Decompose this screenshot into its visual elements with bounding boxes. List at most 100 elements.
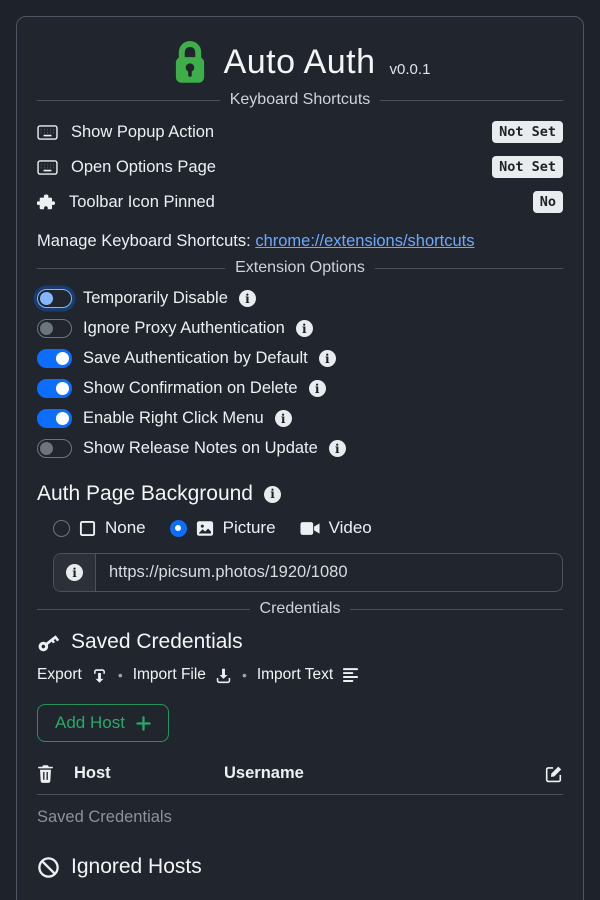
picture-radio[interactable] <box>170 520 187 537</box>
divider-line <box>37 609 250 610</box>
saved-credentials-empty-text: Saved Credentials <box>37 808 563 827</box>
info-icon[interactable]: i <box>309 380 326 397</box>
credentials-divider: Credentials <box>37 600 563 618</box>
app-header: Auto Auth v0.0.1 <box>37 39 563 85</box>
text-lines-icon <box>342 667 359 683</box>
add-host-button[interactable]: Add Host <box>37 704 169 742</box>
radio-label: Picture <box>223 518 276 538</box>
option-row-release-notes: Show Release Notes on Update i <box>37 439 563 458</box>
auth-background-heading: Auth Page Background i <box>37 482 563 506</box>
saved-credentials-table-header: Host Username <box>37 756 563 795</box>
option-row-right-click-menu: Enable Right Click Menu i <box>37 409 563 428</box>
shortcut-row-toolbar-pinned: Toolbar Icon Pinned No <box>37 191 563 213</box>
info-icon[interactable]: i <box>319 350 336 367</box>
import-file-label: Import File <box>133 666 206 684</box>
temporarily-disable-toggle[interactable] <box>37 289 72 308</box>
divider-line <box>380 100 563 101</box>
plus-icon <box>136 716 151 731</box>
keyboard-icon <box>37 159 58 176</box>
square-icon <box>79 520 96 537</box>
radio-label: Video <box>329 518 372 538</box>
divider-line <box>37 268 225 269</box>
option-row-save-auth-default: Save Authentication by Default i <box>37 349 563 368</box>
option-row-temporarily-disable: Temporarily Disable i <box>37 289 563 308</box>
right-click-menu-toggle[interactable] <box>37 409 72 428</box>
info-icon[interactable]: i <box>264 486 281 503</box>
option-label: Show Release Notes on Update <box>83 439 318 458</box>
manage-shortcuts-link[interactable]: chrome://extensions/shortcuts <box>255 232 474 250</box>
export-link[interactable]: Export <box>37 666 108 684</box>
divider-label: Extension Options <box>235 259 365 277</box>
radio-option-picture[interactable]: Picture <box>170 518 276 538</box>
ignore-proxy-toggle[interactable] <box>37 319 72 338</box>
info-icon[interactable]: i <box>296 320 313 337</box>
key-icon <box>37 631 60 654</box>
radio-label: None <box>105 518 146 538</box>
slash-circle-icon <box>37 856 60 879</box>
divider-label: Keyboard Shortcuts <box>230 91 371 109</box>
keyboard-shortcuts-divider: Keyboard Shortcuts <box>37 91 563 109</box>
export-import-row: Export • Import File • Import Text <box>37 666 563 684</box>
options-page-card: Auto Auth v0.0.1 Keyboard Shortcuts Show… <box>16 16 584 900</box>
option-label: Save Authentication by Default <box>83 349 308 368</box>
shortcut-label: Toolbar Icon Pinned <box>69 193 215 212</box>
page-title: Auto Auth <box>224 43 376 82</box>
separator-dot: • <box>242 667 247 683</box>
export-icon <box>91 667 108 684</box>
divider-line <box>375 268 563 269</box>
import-text-label: Import Text <box>257 666 333 684</box>
divider-line <box>350 609 563 610</box>
background-radio-group: None Picture Video <box>53 518 563 538</box>
option-label: Enable Right Click Menu <box>83 409 264 428</box>
delete-all-icon[interactable] <box>37 764 74 783</box>
info-icon: i <box>66 564 83 581</box>
option-row-ignore-proxy: Ignore Proxy Authentication i <box>37 319 563 338</box>
extension-options-divider: Extension Options <box>37 259 563 277</box>
edit-icon[interactable] <box>545 765 563 783</box>
puzzle-icon <box>37 193 56 212</box>
export-label: Export <box>37 666 82 684</box>
manage-shortcuts-line: Manage Keyboard Shortcuts: chrome://exte… <box>37 232 563 251</box>
shortcut-label: Open Options Page <box>71 158 216 177</box>
shortcut-value-badge: Not Set <box>492 156 563 178</box>
saved-credentials-heading: Saved Credentials <box>37 630 563 654</box>
username-column-header: Username <box>224 764 545 783</box>
host-column-header: Host <box>74 764 224 783</box>
background-url-input[interactable] <box>96 554 562 591</box>
heading-label: Ignored Hosts <box>71 855 202 879</box>
import-text-link[interactable]: Import Text <box>257 666 359 684</box>
option-label: Show Confirmation on Delete <box>83 379 298 398</box>
shortcut-value-badge: Not Set <box>492 121 563 143</box>
save-auth-default-toggle[interactable] <box>37 349 72 368</box>
divider-line <box>37 100 220 101</box>
shortcut-label: Show Popup Action <box>71 123 214 142</box>
option-row-confirm-delete: Show Confirmation on Delete i <box>37 379 563 398</box>
radio-option-video[interactable]: Video <box>300 518 372 538</box>
info-icon[interactable]: i <box>275 410 292 427</box>
release-notes-toggle[interactable] <box>37 439 72 458</box>
none-radio[interactable] <box>53 520 70 537</box>
url-input-addon: i <box>54 554 96 591</box>
info-icon[interactable]: i <box>239 290 256 307</box>
radio-option-none[interactable]: None <box>53 518 146 538</box>
ignored-hosts-heading: Ignored Hosts <box>37 855 563 879</box>
image-icon <box>196 520 214 537</box>
app-version: v0.0.1 <box>390 61 431 85</box>
keyboard-icon <box>37 124 58 141</box>
manage-shortcuts-label: Manage Keyboard Shortcuts: <box>37 232 251 250</box>
info-icon[interactable]: i <box>329 440 346 457</box>
heading-label: Saved Credentials <box>71 630 243 654</box>
background-url-input-group: i <box>53 553 563 592</box>
video-icon <box>300 521 320 536</box>
heading-label: Auth Page Background <box>37 482 253 506</box>
confirm-delete-toggle[interactable] <box>37 379 72 398</box>
import-file-icon <box>215 667 232 684</box>
separator-dot: • <box>118 667 123 683</box>
add-host-label: Add Host <box>55 713 125 733</box>
import-file-link[interactable]: Import File <box>133 666 232 684</box>
ignored-hosts-table-header: Host <box>37 891 563 900</box>
shortcut-row-open-options: Open Options Page Not Set <box>37 156 563 178</box>
option-label: Ignore Proxy Authentication <box>83 319 285 338</box>
shortcut-row-show-popup: Show Popup Action Not Set <box>37 121 563 143</box>
lock-icon <box>170 39 210 85</box>
